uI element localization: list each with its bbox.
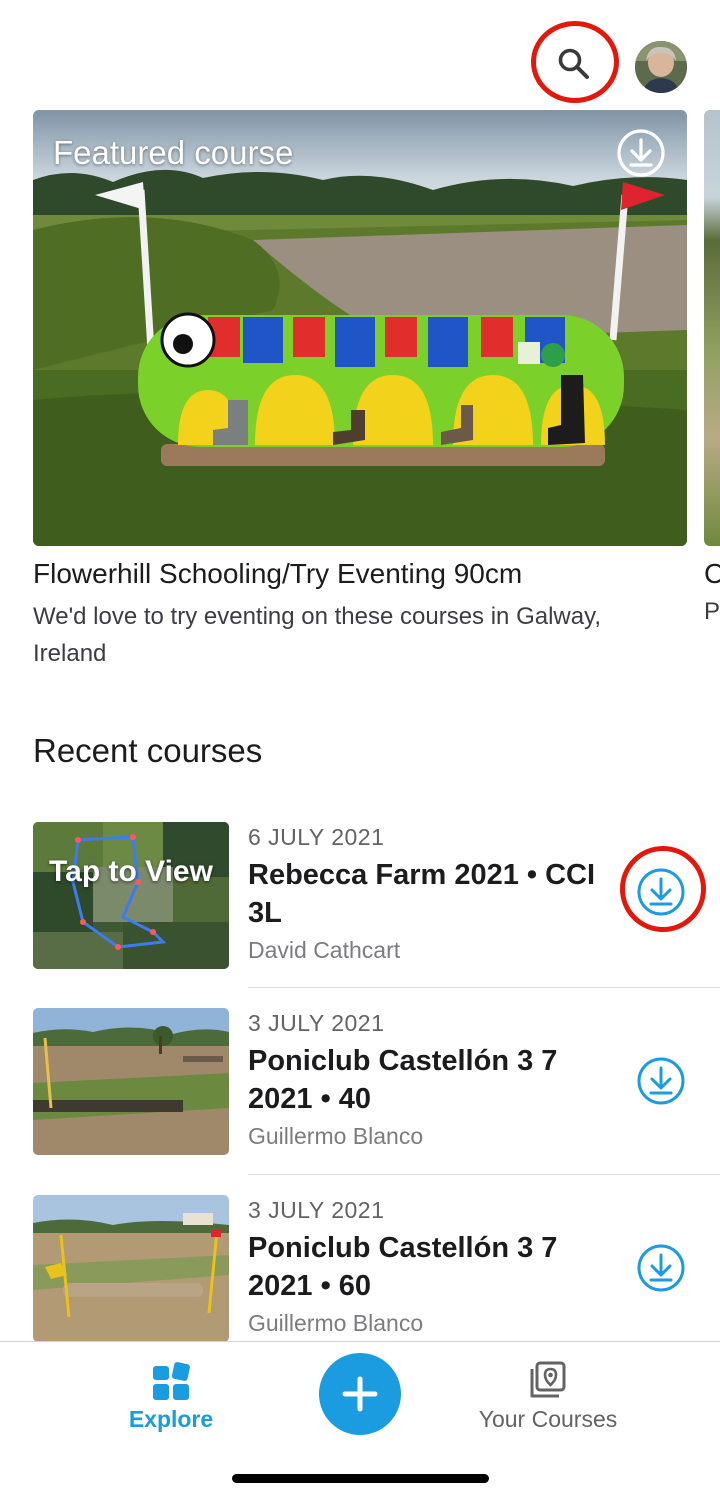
add-course-button[interactable] (319, 1353, 401, 1435)
search-icon (558, 48, 589, 79)
course-row[interactable]: 3 JULY 2021 Poniclub Castellón 3 7 2021 … (33, 1008, 720, 1196)
tab-your-courses[interactable]: Your Courses (470, 1358, 626, 1434)
course-thumbnail[interactable] (33, 1195, 229, 1342)
highlight-ring (620, 846, 706, 932)
course-title[interactable]: Poniclub Castellón 3 7 2021 • 60 (248, 1229, 628, 1305)
tap-to-view-overlay: Tap to View (49, 855, 213, 888)
course-info: 3 JULY 2021 Poniclub Castellón 3 7 2021 … (248, 1195, 628, 1338)
tab-explore-label: Explore (128, 1406, 214, 1432)
course-photo-thumbnail (33, 1008, 229, 1155)
explore-icon (153, 1362, 190, 1400)
download-icon (637, 1057, 685, 1105)
home-indicator[interactable] (232, 1474, 489, 1483)
course-date: 3 JULY 2021 (248, 1197, 385, 1223)
next-featured-card[interactable] (704, 110, 720, 546)
course-author: David Cathcart (248, 937, 401, 963)
course-download-button[interactable] (636, 1243, 686, 1293)
featured-course-title[interactable]: Flowerhill Schooling/Try Eventing 90cm (33, 558, 522, 590)
featured-course-description: We'd love to try eventing on these cours… (33, 603, 601, 667)
course-info: 6 JULY 2021 Rebecca Farm 2021 • CCI 3L D… (248, 822, 628, 965)
course-date: 3 JULY 2021 (248, 1010, 385, 1036)
tab-your-courses-label: Your Courses (478, 1406, 618, 1432)
top-bar (0, 0, 720, 103)
featured-download-button[interactable] (616, 128, 666, 183)
download-icon (617, 129, 665, 177)
course-author: Guillermo Blanco (248, 1310, 424, 1336)
row-divider (248, 1174, 720, 1175)
course-download-button[interactable] (636, 1056, 686, 1106)
courses-icon (530, 1361, 566, 1398)
tab-explore[interactable]: Explore (110, 1358, 232, 1434)
course-photo-thumbnail (33, 1195, 229, 1342)
plus-icon (342, 1376, 378, 1412)
avatar[interactable] (635, 41, 687, 93)
featured-course-card[interactable]: Featured course (33, 110, 687, 546)
search-button[interactable] (531, 21, 619, 103)
course-title[interactable]: Rebecca Farm 2021 • CCI 3L (248, 856, 628, 932)
featured-course-image (33, 110, 687, 546)
avatar-photo (635, 41, 687, 93)
course-title[interactable]: Poniclub Castellón 3 7 2021 • 40 (248, 1042, 628, 1118)
featured-label: Featured course (53, 134, 294, 171)
course-thumbnail[interactable]: Tap to View (33, 822, 229, 969)
course-row[interactable]: Tap to View 6 JULY 2021 Rebecca Farm 202… (33, 822, 720, 1010)
row-divider (248, 987, 720, 988)
course-map-thumbnail (33, 822, 229, 969)
recent-courses-heading: Recent courses (33, 732, 263, 769)
course-thumbnail[interactable] (33, 1008, 229, 1155)
next-featured-title: C (704, 558, 720, 589)
course-date: 6 JULY 2021 (248, 824, 385, 850)
course-author: Guillermo Blanco (248, 1123, 424, 1149)
course-info: 3 JULY 2021 Poniclub Castellón 3 7 2021 … (248, 1008, 628, 1151)
next-featured-description: P (704, 598, 720, 625)
download-icon (637, 1244, 685, 1292)
